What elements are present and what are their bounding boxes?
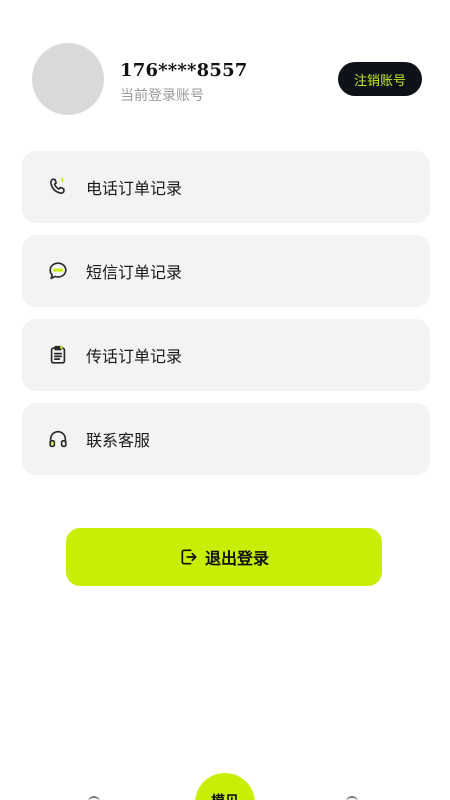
tab-center-label: 模见	[211, 791, 239, 800]
message-icon	[46, 259, 70, 283]
logout-button[interactable]: 退出登录	[66, 528, 382, 586]
menu-item-customer-service[interactable]: 联系客服	[22, 403, 430, 475]
menu-item-phone-orders[interactable]: 电话订单记录	[22, 151, 430, 223]
menu-item-label: 联系客服	[86, 431, 151, 450]
tab-right-icon[interactable]	[346, 796, 358, 800]
menu-item-relay-orders[interactable]: 传话订单记录	[22, 319, 430, 391]
avatar[interactable]	[32, 43, 104, 115]
menu-item-label: 短信订单记录	[86, 263, 183, 282]
menu-item-label: 电话订单记录	[86, 179, 183, 198]
tab-left-icon[interactable]	[88, 796, 100, 800]
headset-icon	[46, 427, 70, 451]
tab-center-button[interactable]: 模见	[195, 773, 255, 800]
logout-icon	[179, 547, 199, 567]
menu-item-label: 传话订单记录	[86, 347, 183, 366]
cancel-account-button[interactable]: 注销账号	[338, 62, 422, 96]
account-page: 176****8557 当前登录账号 注销账号 电话订单记录 短信订单记录 传话…	[0, 0, 450, 800]
account-phone: 176****8557	[120, 60, 248, 81]
account-subtitle: 当前登录账号	[120, 88, 204, 104]
logout-label: 退出登录	[204, 549, 269, 568]
clipboard-icon	[46, 343, 70, 367]
menu-item-sms-orders[interactable]: 短信订单记录	[22, 235, 430, 307]
phone-icon	[46, 175, 70, 199]
